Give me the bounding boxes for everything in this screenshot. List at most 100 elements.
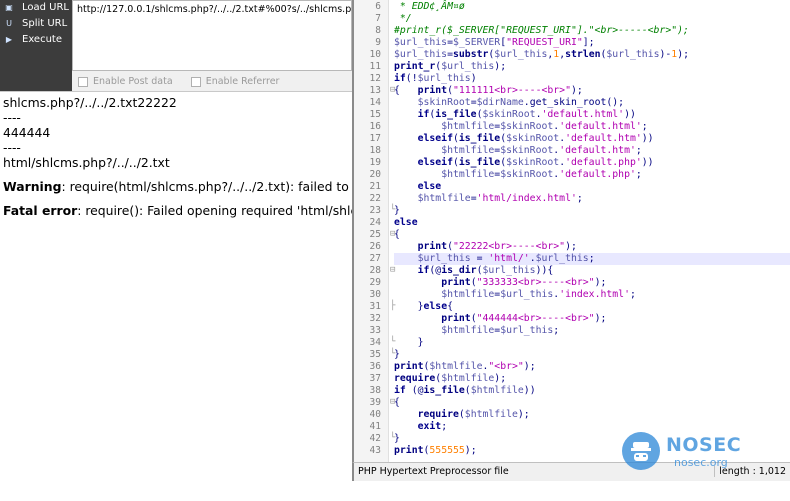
code-line[interactable]: $htmlfile=$url_this; [394,325,790,337]
code-token: 'default.php' [559,169,636,180]
line-number: 11 [369,61,381,72]
enable-referrer-checkbox[interactable]: Enable Referrer [190,76,279,87]
code-token: ; [629,289,636,300]
code-line[interactable]: print($htmlfile."<br>"); [394,361,790,373]
line-number: 27 [369,253,381,264]
code-line[interactable]: $url_this=substr($url_this,1,strlen($url… [394,49,790,61]
code-token: )- [659,49,672,60]
line-number: 20 [369,169,381,180]
code-line[interactable]: } [394,337,790,349]
code-token: $url_this [417,73,471,84]
code-line[interactable]: elseif(is_file($skinRoot.'default.php')) [394,157,790,169]
code-token: $url_this [606,49,660,60]
code-token: ); [565,241,577,252]
code-token: $dirName [476,97,524,108]
code-line[interactable]: elseif(is_file($skinRoot.'default.htm')) [394,133,790,145]
code-token: )) [523,385,536,396]
code-area[interactable]: * EDD¢¸ÂM¤ø */#print_r($_SERVER["REQUEST… [394,0,790,462]
status-file-type: PHP Hypertext Preprocessor file [358,466,509,477]
code-token: $url_this [500,325,554,336]
warning-message: Warning: require(html/shlcms.php?/../../… [3,179,352,194]
code-token: } [394,349,400,360]
line-number: 39 [369,397,381,408]
code-line[interactable]: if(!$url_this) [394,73,790,85]
code-line[interactable]: $htmlfile=$url_this.'index.html'; [394,289,790,301]
code-token: } [394,337,424,348]
code-token: * EDD¢¸ÂM¤ø [394,1,465,12]
code-token: { [547,265,554,276]
line-number: 28 [369,265,381,276]
output-line: ---- [3,110,21,125]
code-line[interactable]: { print("111111<br>----<br>"); [394,85,790,97]
code-line[interactable]: * EDD¢¸ÂM¤ø [394,1,790,13]
hackbar-options: Enable Post data Enable Referrer [72,72,352,91]
line-number: 36 [369,361,381,372]
split-url-icon: U [6,19,12,28]
output-line: shlcms.php?/../../2.txt22222 [3,95,177,110]
code-token: )) [624,109,636,120]
code-token: 'default.html' [541,109,625,120]
code-line[interactable]: if(is_file($skinRoot.'default.html')) [394,109,790,121]
code-token: print_r [394,61,436,72]
code-token: } [394,301,424,312]
code-line[interactable]: $htmlfile='html/index.html'; [394,193,790,205]
code-line[interactable]: } [394,349,790,361]
code-line[interactable]: $url_this=$_SERVER["REQUEST_URI"]; [394,37,790,49]
line-number: 13 [369,85,381,96]
code-token: if [394,385,406,396]
line-number: 18 [369,145,381,156]
code-line[interactable]: $htmlfile=$skinRoot.'default.html'; [394,121,790,133]
code-line[interactable]: }else{ [394,301,790,313]
code-line[interactable]: print("333333<br>----<br>"); [394,277,790,289]
line-number-gutter: 6 7 8 9 10 11 12 13 14 15 16 17 18 19 20 21 22 23 24 25 26 27… [354,0,389,462]
code-token: $skinRoot [482,109,536,120]
code-line[interactable]: */ [394,13,790,25]
code-token: ); [570,85,583,96]
checkbox-box[interactable] [78,76,88,87]
code-line[interactable]: print_r($url_this); [394,61,790,73]
code-line[interactable]: $skinRoot=$dirName.get_skin_root(); [394,97,790,109]
code-token: $url_this [394,49,448,60]
execute-button[interactable]: ▶ Execute [0,32,72,47]
line-number: 37 [369,373,381,384]
split-url-button[interactable]: U Split URL [0,16,72,31]
code-token: "<br>" [488,361,524,372]
code-line[interactable]: require($htmlfile); [394,409,790,421]
output-line: 444444 [3,125,51,140]
code-line[interactable]: else [394,181,790,193]
code-line[interactable]: #print_r($_SERVER["REQUEST_URI"]."<br>--… [394,25,790,37]
code-line[interactable]: } [394,205,790,217]
code-line[interactable]: $htmlfile=$skinRoot.'default.php'; [394,169,790,181]
code-token: ) [470,73,477,84]
code-token: ; [635,169,642,180]
code-line[interactable]: else [394,217,790,229]
code-line[interactable]: if (@is_file($htmlfile)) [394,385,790,397]
enable-post-data-checkbox[interactable]: Enable Post data [78,76,173,87]
code-line[interactable]: $url_this = 'html/'.$url_this; [394,253,790,265]
code-line[interactable]: require($htmlfile); [394,373,790,385]
load-url-button[interactable]: ▣ Load URL [0,0,72,15]
line-number: 8 [375,25,381,36]
code-line[interactable]: $htmlfile=$skinRoot.'default.htm'; [394,145,790,157]
url-input[interactable]: http://127.0.0.1/shlcms.php?/../../2.txt… [72,0,352,71]
nosec-watermark: NOSEC nosec.org [622,432,752,472]
code-line[interactable]: { [394,397,790,409]
code-token: ); [494,373,507,384]
checkbox-box[interactable] [190,76,201,87]
code-token: print [441,313,471,324]
load-url-icon: ▣ [5,3,13,12]
code-line[interactable]: print("22222<br>----<br>"); [394,241,790,253]
code-token: $_SERVER [453,37,501,48]
code-line[interactable]: { [394,229,790,241]
code-line[interactable]: if(@is_dir($url_this)){ [394,265,790,277]
line-number: 33 [369,325,381,336]
line-number: 12 [369,73,381,84]
code-editor[interactable]: 6 7 8 9 10 11 12 13 14 15 16 17 18 19 20 21 22 23 24 25 26 27… [352,0,790,481]
code-line[interactable]: print("444444<br>----<br>"); [394,313,790,325]
